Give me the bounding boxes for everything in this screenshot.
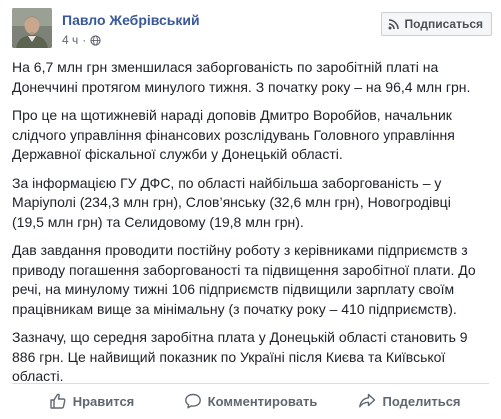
comment-label: Комментировать <box>207 393 318 409</box>
facebook-post: Павло Жебрівський 4 ч · Подписаться На 6… <box>0 0 501 419</box>
avatar[interactable] <box>12 8 52 48</box>
post-actions: Нравится Комментировать Поделиться <box>12 384 489 418</box>
post-paragraph: За інформацією ГУ ДФС, по області найбіл… <box>12 174 451 230</box>
post-paragraph: Дав завдання проводити постійну роботу з… <box>12 242 476 317</box>
meta-separator: · <box>82 33 87 47</box>
share-button[interactable]: Поделиться <box>330 384 489 418</box>
post-timestamp[interactable]: 4 ч <box>62 33 78 47</box>
like-label: Нравится <box>72 393 135 409</box>
share-label: Поделиться <box>382 393 461 409</box>
thumbs-up-icon <box>50 393 66 409</box>
comment-button[interactable]: Комментировать <box>171 384 330 418</box>
subscribe-label: Подписаться <box>404 17 483 31</box>
post-header: Павло Жебрівський 4 ч · Подписаться <box>12 8 492 52</box>
like-button[interactable]: Нравится <box>12 384 171 418</box>
comment-icon <box>184 393 201 409</box>
post-paragraph: На 6,7 млн грн зменшилася заборгованість… <box>12 59 471 95</box>
post-paragraph: Зазначу, що середня заробітна плата у До… <box>12 329 468 384</box>
subscribe-button[interactable]: Подписаться <box>380 12 492 36</box>
post-body: На 6,7 млн грн зменшилася заборгованість… <box>12 58 482 396</box>
rss-icon <box>388 19 399 30</box>
post-paragraph: Про це на щотижневій нараді доповів Дмит… <box>12 107 455 162</box>
share-icon <box>359 393 376 408</box>
avatar-photo <box>12 8 52 48</box>
author-name[interactable]: Павло Жебрівський <box>62 12 200 28</box>
post-meta: 4 ч · <box>62 33 101 47</box>
globe-icon <box>90 34 101 46</box>
